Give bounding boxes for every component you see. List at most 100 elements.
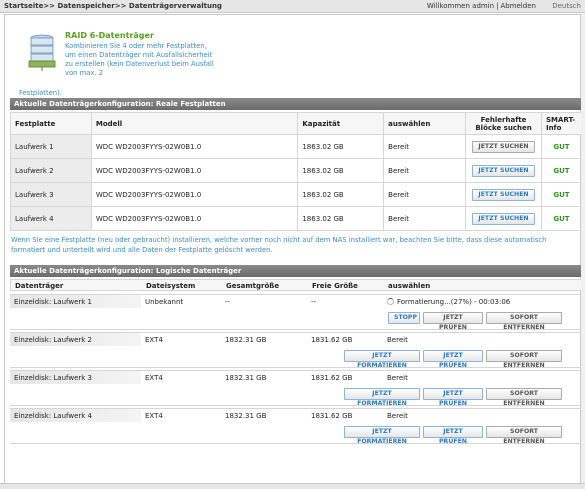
disk-status: Bereit [383, 134, 467, 159]
col-capacity: Kapazität [297, 112, 385, 135]
table-row: Laufwerk 4 WDC WD2003FYYS-02W0B1.0 1863.… [10, 206, 583, 231]
volume-actions: JETZT FORMATIEREN JETZT PRÜFEN SOFORT EN… [10, 346, 582, 369]
smart-status[interactable]: GUT [540, 134, 583, 159]
remove-now-button[interactable]: SOFORT ENTFERNEN [486, 350, 562, 369]
scan-now-button[interactable]: JETZT SUCHEN [472, 212, 535, 225]
raid-title: RAID 6-Datenträger [65, 31, 154, 40]
disk-name: Laufwerk 4 [10, 206, 92, 231]
disk-capacity: 1863.02 GB [297, 206, 385, 231]
raid-disk-icon [28, 34, 56, 71]
col-free-size: Freie Größe [312, 282, 358, 290]
check-now-button[interactable]: JETZT PRÜFEN [423, 350, 483, 369]
user-area: Willkommen admin | Abmelden Deutsch [426, 2, 581, 10]
volume-total: 1832.31 GB [225, 335, 267, 344]
list-item: Einzeldisk: Laufwerk 4 EXT4 1832.31 GB 1… [10, 408, 582, 422]
volume-free: 1831.62 GB [311, 411, 353, 420]
logical-section-header: Aktuelle Datenträgerkonfiguration: Logis… [10, 265, 582, 277]
disk-model: WDC WD2003FYYS-02W0B1.0 [90, 134, 299, 159]
table-header-row: Festplatte Modell Kapazität auswählen Fe… [10, 112, 583, 135]
scan-now-button[interactable]: JETZT SUCHEN [472, 164, 535, 177]
check-now-button[interactable]: JETZT PRÜFEN [423, 312, 483, 331]
scan-now-button[interactable]: JETZT SUCHEN [472, 188, 535, 201]
main-panel: RAID 6-Datenträger Kombinieren Sie 4 ode… [4, 14, 583, 484]
smart-status[interactable]: GUT [540, 158, 583, 183]
volume-actions: JETZT FORMATIEREN JETZT PRÜFEN SOFORT EN… [10, 384, 582, 407]
disk-model: WDC WD2003FYYS-02W0B1.0 [90, 206, 299, 231]
format-progress-text: Formatierung...(27%) - 00:03:06 [397, 297, 511, 306]
volume-total: 1832.31 GB [225, 373, 267, 382]
disk-name: Laufwerk 1 [10, 134, 92, 159]
list-item: Einzeldisk: Laufwerk 3 EXT4 1832.31 GB 1… [10, 370, 582, 384]
format-now-button[interactable]: JETZT FORMATIEREN [344, 426, 420, 445]
disk-name: Laufwerk 2 [10, 158, 92, 183]
check-now-button[interactable]: JETZT PRÜFEN [423, 388, 483, 407]
stop-button[interactable]: STOPP [388, 312, 420, 324]
col-bad-blocks: Fehlerhafte Blöcke suchen [465, 112, 542, 135]
remove-now-button[interactable]: SOFORT ENTFERNEN [486, 426, 562, 445]
volume-filesystem: EXT4 [145, 373, 163, 382]
bad-blocks-cell: JETZT SUCHEN [465, 206, 542, 231]
logout-link[interactable]: Abmelden [500, 2, 536, 10]
disk-model: WDC WD2003FYYS-02W0B1.0 [90, 158, 299, 183]
col-filesystem: Dateisystem [146, 282, 196, 290]
vertical-scrollbar[interactable] [581, 13, 585, 483]
col-volume: Datenträger [15, 282, 64, 290]
breadcrumb[interactable]: Startseite>> Datenspeicher>> Datenträger… [4, 2, 222, 10]
raid-description-end: Festplatten). [19, 89, 62, 97]
col-smart: SMART-Info [540, 112, 583, 135]
smart-status[interactable]: GUT [540, 206, 583, 231]
scan-now-button[interactable]: JETZT SUCHEN [472, 140, 535, 153]
physical-section-header: Aktuelle Datenträgerkonfiguration: Reale… [10, 98, 582, 110]
physical-disks-table: Festplatte Modell Kapazität auswählen Fe… [10, 112, 583, 231]
remove-now-button[interactable]: SOFORT ENTFERNEN [486, 312, 562, 331]
volume-free: -- [311, 297, 317, 306]
remove-now-button[interactable]: SOFORT ENTFERNEN [486, 388, 562, 407]
disk-name: Laufwerk 3 [10, 182, 92, 207]
logical-table-header: Datenträger Dateisystem Gesamtgröße Frei… [10, 279, 582, 291]
disk-capacity: 1863.02 GB [297, 134, 385, 159]
disk-capacity: 1863.02 GB [297, 182, 385, 207]
volume-name: Einzeldisk: Laufwerk 1 [10, 295, 141, 308]
raid-description: Kombinieren Sie 4 oder mehr Festplatten,… [65, 42, 214, 77]
volume-filesystem: Unbekannt [145, 297, 184, 306]
table-row: Laufwerk 3 WDC WD2003FYYS-02W0B1.0 1863.… [10, 182, 583, 207]
top-bar: Startseite>> Datenspeicher>> Datenträger… [0, 0, 585, 13]
table-row: Laufwerk 1 WDC WD2003FYYS-02W0B1.0 1863.… [10, 134, 583, 159]
check-now-button[interactable]: JETZT PRÜFEN [423, 426, 483, 445]
col-model: Modell [90, 112, 299, 135]
list-item: Einzeldisk: Laufwerk 1 Unbekannt -- -- F… [10, 294, 582, 308]
disk-model: WDC WD2003FYYS-02W0B1.0 [90, 182, 299, 207]
disk-status: Bereit [383, 206, 467, 231]
raid-info: RAID 6-Datenträger Kombinieren Sie 4 ode… [19, 30, 259, 102]
volume-free: 1831.62 GB [311, 335, 353, 344]
volume-actions: JETZT FORMATIEREN JETZT PRÜFEN SOFORT EN… [10, 422, 582, 445]
volume-status: Bereit [387, 411, 408, 420]
col-total-size: Gesamtgröße [226, 282, 280, 290]
bad-blocks-cell: JETZT SUCHEN [465, 182, 542, 207]
volume-status: Bereit [387, 335, 408, 344]
loading-spinner-icon [387, 297, 394, 305]
format-now-button[interactable]: JETZT FORMATIEREN [344, 350, 420, 369]
table-row: Laufwerk 2 WDC WD2003FYYS-02W0B1.0 1863.… [10, 158, 583, 183]
volume-filesystem: EXT4 [145, 335, 163, 344]
volume-name: Einzeldisk: Laufwerk 3 [10, 371, 141, 384]
col-disk: Festplatte [10, 112, 92, 135]
volume-name: Einzeldisk: Laufwerk 4 [10, 409, 141, 422]
disk-status: Bereit [383, 158, 467, 183]
col-select: auswählen [388, 282, 431, 290]
welcome-text: Willkommen admin [426, 2, 495, 10]
format-now-button[interactable]: JETZT FORMATIEREN [344, 388, 420, 407]
volume-total: 1832.31 GB [225, 411, 267, 420]
volume-status: Bereit [387, 373, 408, 382]
language-select[interactable]: Deutsch [552, 2, 581, 10]
volume-filesystem: EXT4 [145, 411, 163, 420]
volume-status: Formatierung...(27%) - 00:03:06 [383, 297, 514, 306]
bad-blocks-cell: JETZT SUCHEN [465, 134, 542, 159]
format-warning-note: Wenn Sie eine Festplatte (neu oder gebra… [11, 236, 547, 254]
col-select: auswählen [383, 112, 467, 135]
smart-status[interactable]: GUT [540, 182, 583, 207]
list-item: Einzeldisk: Laufwerk 2 EXT4 1832.31 GB 1… [10, 332, 582, 346]
disk-capacity: 1863.02 GB [297, 158, 385, 183]
bottom-bar [0, 483, 585, 489]
disk-status: Bereit [383, 182, 467, 207]
